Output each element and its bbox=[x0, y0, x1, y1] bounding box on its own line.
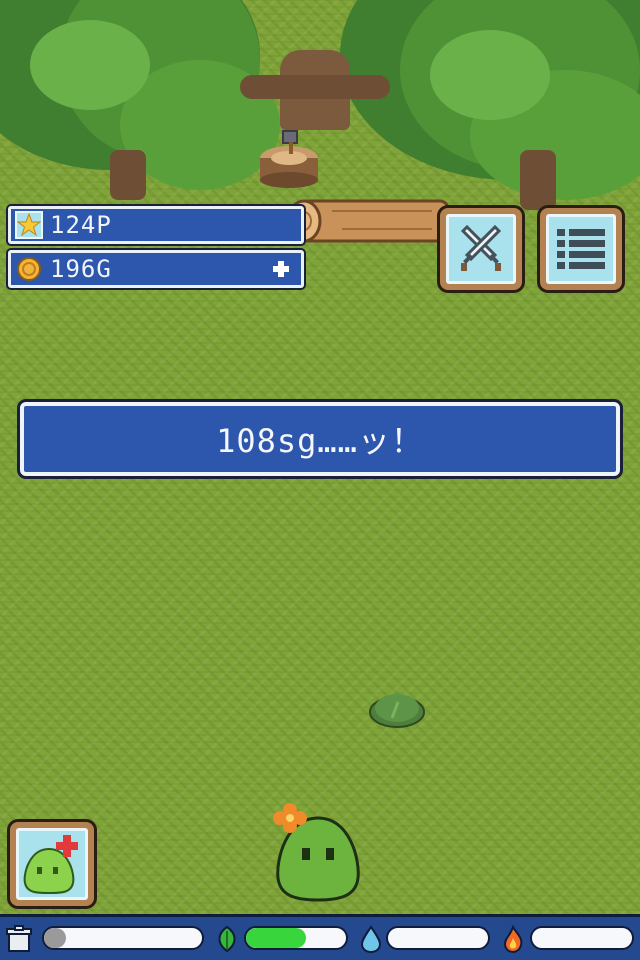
flame-icon bbox=[503, 925, 523, 953]
message-banner: 108sg……ッ！ bbox=[20, 402, 620, 476]
star-icon bbox=[14, 210, 44, 240]
water-drop-icon bbox=[360, 925, 382, 953]
axe-icon bbox=[282, 130, 298, 154]
crossed-swords-icon bbox=[460, 224, 502, 271]
points-value: 124P bbox=[50, 211, 112, 239]
slime-heal-icon bbox=[23, 835, 78, 894]
points-display: 124P bbox=[8, 206, 304, 244]
hunger-gauge bbox=[42, 926, 204, 950]
status-bar bbox=[0, 914, 640, 960]
trash-icon[interactable] bbox=[6, 925, 32, 953]
battle-button[interactable] bbox=[440, 208, 522, 290]
gold-display: 196G bbox=[8, 250, 304, 288]
coin-icon bbox=[14, 254, 44, 284]
menu-button[interactable] bbox=[540, 208, 622, 290]
add-gold-button[interactable] bbox=[271, 259, 291, 279]
leaf-icon bbox=[218, 925, 236, 953]
water-gauge bbox=[386, 926, 490, 950]
list-icon bbox=[557, 229, 605, 269]
gold-value: 196G bbox=[50, 255, 112, 283]
wild-slime[interactable] bbox=[368, 684, 426, 728]
fire-gauge bbox=[530, 926, 634, 950]
care-button[interactable] bbox=[10, 822, 94, 906]
pet-slime[interactable] bbox=[270, 800, 366, 902]
plus-icon bbox=[273, 261, 289, 277]
fallen-log bbox=[286, 199, 450, 243]
health-gauge bbox=[244, 926, 348, 950]
message-text: 108sg……ッ！ bbox=[216, 422, 424, 460]
